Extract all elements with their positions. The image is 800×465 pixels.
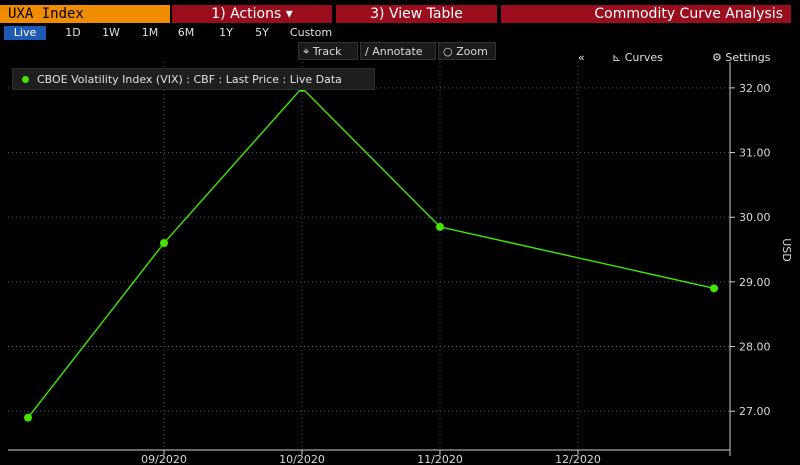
x-tick-label: 09/2020 <box>141 453 187 465</box>
magnifier-icon: ○ <box>443 45 453 58</box>
y-tick-label: 32.00 <box>739 82 771 95</box>
legend-marker <box>22 76 29 83</box>
x-tick-label: 12/2020 <box>555 453 601 465</box>
legend-label: CBOE Volatility Index (VIX) : CBF : Last… <box>37 73 342 86</box>
data-point[interactable] <box>160 239 168 248</box>
annotate-button[interactable]: ∕ Annotate <box>360 42 436 60</box>
x-tick-label: 11/2020 <box>417 453 463 465</box>
crosshair-icon: ⌖ <box>303 45 310 58</box>
track-button[interactable]: ⌖ Track <box>298 42 358 60</box>
y-axis-unit-label: USD <box>780 238 793 262</box>
zoom-label: Zoom <box>456 45 488 58</box>
series-line <box>27 86 715 419</box>
chart-legend[interactable]: CBOE Volatility Index (VIX) : CBF : Last… <box>12 68 375 90</box>
y-tick-label: 30.00 <box>739 211 771 224</box>
pencil-icon: ∕ <box>365 45 369 58</box>
zoom-button[interactable]: ○ Zoom <box>438 42 496 60</box>
y-tick-label: 28.00 <box>739 341 771 354</box>
y-tick-label: 29.00 <box>739 276 771 289</box>
y-tick-label: 27.00 <box>739 405 771 418</box>
data-point[interactable] <box>24 413 32 422</box>
track-label: Track <box>312 45 342 58</box>
annotate-label: Annotate <box>372 45 423 58</box>
data-point[interactable] <box>436 222 444 231</box>
x-tick-label: 10/2020 <box>279 453 325 465</box>
data-point[interactable] <box>710 284 718 293</box>
y-tick-label: 31.00 <box>739 147 771 160</box>
